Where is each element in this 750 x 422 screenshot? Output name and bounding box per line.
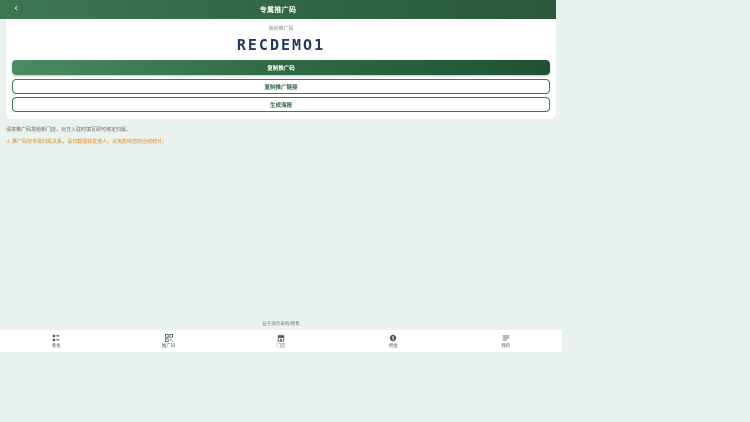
promo-code-value: RECDEMO1	[236, 36, 326, 54]
promo-code-label: 我的推广码	[268, 26, 294, 32]
page-title: 专属推广码	[259, 5, 297, 14]
store-icon	[277, 334, 285, 342]
copy-code-button[interactable]: 复制推广码	[12, 60, 550, 75]
usage-hint-text: 请将推广码发给新门店，对方入驻时填写即可绑定归属。	[6, 127, 132, 133]
app-root: ‹ 专属推广码 我的推广码 RECDEMO1 复制推广码 复制推广链接 生成海报…	[0, 0, 562, 422]
tab-commission-label: 佣金	[388, 343, 398, 349]
tab-commission[interactable]: 佣金	[337, 330, 449, 352]
bottom-tab-bar: 看板 推广码 门店 佣金 我的	[0, 330, 562, 352]
tab-dashboard[interactable]: 看板	[0, 330, 112, 352]
dashboard-icon	[53, 334, 60, 341]
tab-stores[interactable]: 门店	[225, 330, 337, 352]
tab-promo-code[interactable]: 推广码	[112, 330, 224, 352]
menu-icon	[502, 335, 510, 340]
commission-icon	[390, 334, 397, 341]
tab-mine-label: 我的	[501, 343, 511, 349]
copy-link-button[interactable]: 复制推广链接	[12, 79, 550, 94]
tab-mine[interactable]: 我的	[450, 330, 562, 352]
tab-promo-code-label: 推广码	[161, 343, 176, 349]
top-nav-bar: ‹ 专属推广码	[0, 0, 556, 19]
promo-code-card: 我的推广码 RECDEMO1 复制推广码 复制推广链接 生成海报	[6, 19, 556, 119]
tab-dashboard-label: 看板	[51, 343, 61, 349]
footer-note: 益于演示采购/销售	[262, 322, 300, 327]
qrcode-icon	[164, 333, 173, 342]
back-chevron-icon[interactable]: ‹	[14, 2, 18, 16]
generate-poster-button[interactable]: 生成海报	[12, 97, 550, 112]
tab-stores-label: 门店	[276, 343, 286, 349]
warning-text: ⚠ 推广码仅专属归属关系，请勿截图转发他人，以免影响您的业绩统计。	[6, 139, 168, 145]
